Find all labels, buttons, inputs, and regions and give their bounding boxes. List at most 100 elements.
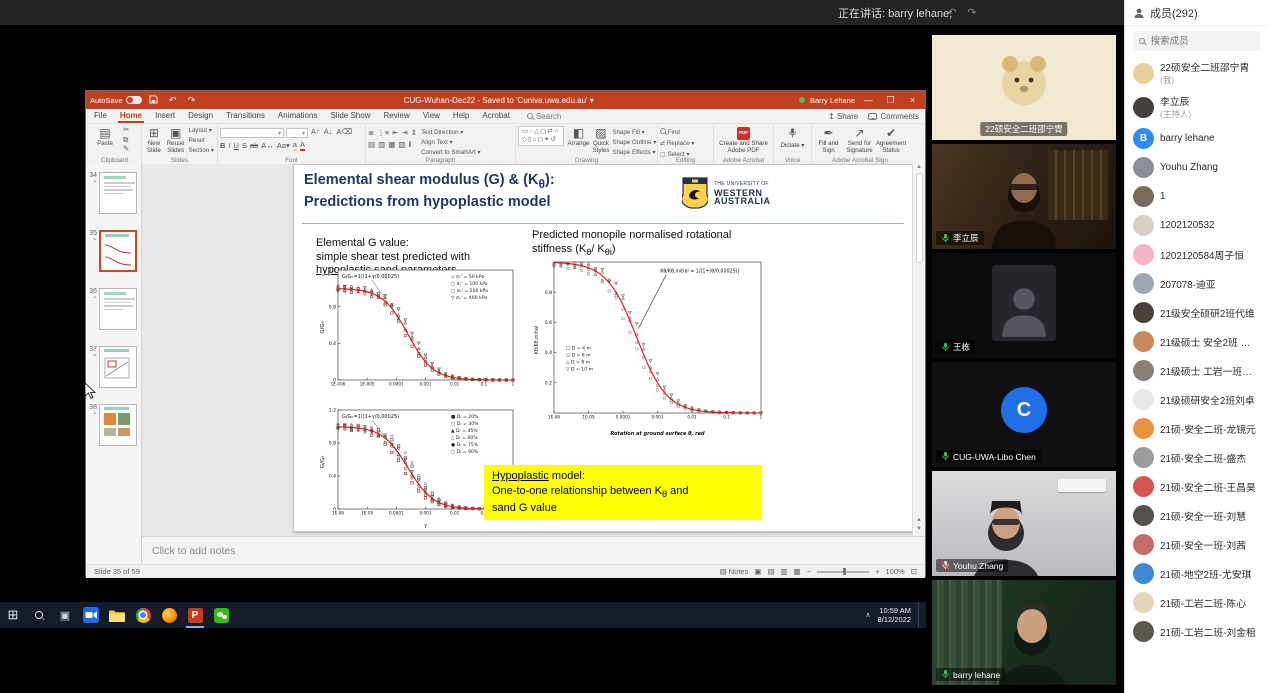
create-pdf-button[interactable]: PDF Create and Share Adobe PDF xyxy=(717,126,771,154)
reading-view-button[interactable]: ▥ xyxy=(781,567,788,576)
chrome-icon[interactable] xyxy=(130,602,156,628)
font-size-select[interactable]: ▾ xyxy=(286,128,308,138)
share-button[interactable]: ↥ Share xyxy=(828,112,858,121)
shrink-font-icon[interactable]: A↓ xyxy=(323,128,334,138)
member-row[interactable]: Bbarry lehane xyxy=(1125,124,1268,153)
ribbon-tab-review[interactable]: Review xyxy=(381,110,411,123)
ribbon-tab-acrobat[interactable]: Acrobat xyxy=(480,110,512,123)
slide-scrollbar[interactable]: ▲ ▲ ▼ xyxy=(912,164,925,536)
tray-expand-icon[interactable]: ∧ xyxy=(866,611,871,619)
ribbon-tab-file[interactable]: File xyxy=(92,110,109,123)
bullets-button[interactable]: ≣ xyxy=(368,128,374,137)
zoom-in-button[interactable]: + xyxy=(875,567,879,576)
dictate-button[interactable]: Dictate ▾ xyxy=(776,126,809,150)
line-spacing-button[interactable]: ⇕ xyxy=(411,128,417,137)
ribbon-tab-animations[interactable]: Animations xyxy=(276,110,320,123)
video-tile-6[interactable]: barry lehane xyxy=(932,580,1116,685)
slideshow-button[interactable]: ▦ xyxy=(794,567,801,576)
increase-indent-button[interactable]: ⇥ xyxy=(401,128,407,137)
agreement-status-button[interactable]: ✔ Agreement Status xyxy=(876,126,906,154)
shape-fill-button[interactable]: Shape Fill ▾ xyxy=(612,128,656,137)
taskbar-clock[interactable]: 10:59 AM 8/12/2022 xyxy=(878,606,911,624)
member-row[interactable]: 21级硕研安全2班刘卓 xyxy=(1125,385,1268,414)
autosave-toggle[interactable]: AutoSave xyxy=(90,96,142,105)
shapes-gallery[interactable]: ▭○△▢⇄☆◇▯⌂◻✦↺ xyxy=(518,126,564,146)
slide-thumbnail-38[interactable]: 38✶ xyxy=(86,404,141,446)
text-direction-button[interactable]: Text Direction ▾ xyxy=(421,128,481,137)
reuse-slides-button[interactable]: ▣ Reuse Slides xyxy=(166,126,186,154)
member-row[interactable]: 21级硕士 安全2班 姚瑞 xyxy=(1125,327,1268,356)
justify-button[interactable]: ▧ xyxy=(398,140,405,149)
format-painter-button[interactable]: ✎ xyxy=(122,145,130,154)
ribbon-tab-view[interactable]: View xyxy=(421,110,442,123)
member-row[interactable]: 207078-迪亚 xyxy=(1125,269,1268,298)
video-tile-4[interactable]: CCUG-UWA-Libo Chen xyxy=(932,362,1116,467)
reset-button[interactable]: Reset xyxy=(188,136,215,145)
video-tile-5[interactable]: Youhu Zhang xyxy=(932,471,1116,576)
find-button[interactable]: Find xyxy=(660,128,680,137)
ribbon-tab-design[interactable]: Design xyxy=(186,110,215,123)
font-name-select[interactable]: ▾ xyxy=(220,128,284,138)
slide-thumbnail-35[interactable]: 35✶ xyxy=(86,230,141,272)
close-button[interactable]: × xyxy=(904,95,921,105)
firefox-icon[interactable] xyxy=(156,602,182,628)
save-icon[interactable] xyxy=(147,95,161,106)
slide-sorter-view-button[interactable]: ▤ xyxy=(767,567,774,576)
send-for-signature-button[interactable]: ↗ Send for Signature xyxy=(845,126,874,154)
numbering-button[interactable]: ⋮≡ xyxy=(377,128,389,137)
member-search-input[interactable] xyxy=(1149,35,1254,48)
arrange-button[interactable]: ◧ Arrange xyxy=(567,126,589,148)
text-shadow-button[interactable]: S xyxy=(242,141,247,150)
scrollbar-thumb[interactable] xyxy=(916,173,923,263)
minimize-button[interactable]: — xyxy=(860,95,877,105)
file-explorer-icon[interactable] xyxy=(104,602,130,628)
video-tile-1[interactable]: 22硕安全二班邵宁胄 xyxy=(932,35,1116,140)
normal-view-button[interactable]: ▣ xyxy=(754,567,761,576)
member-row[interactable]: 1 xyxy=(1125,182,1268,211)
slide-thumbnail-34[interactable]: 34✶ xyxy=(86,172,141,214)
wechat-icon[interactable] xyxy=(208,602,234,628)
character-spacing-button[interactable]: A↔ xyxy=(261,141,274,150)
task-view-icon[interactable]: ▣ xyxy=(52,602,78,628)
shape-outline-button[interactable]: Shape Outline ▾ xyxy=(612,138,656,147)
ribbon-tab-transitions[interactable]: Transitions xyxy=(224,110,267,123)
member-row[interactable]: 21硕-工岩二班-刘金租 xyxy=(1125,617,1268,646)
replace-button[interactable]: ⇄ Replace ▾ xyxy=(660,139,694,148)
slide-35[interactable]: Elemental shear modulus (G) & (Kθ): Pred… xyxy=(293,164,913,532)
align-right-button[interactable]: ▦ xyxy=(388,140,395,149)
previous-slide-button[interactable]: ▲ xyxy=(916,517,922,523)
copy-button[interactable]: ⧉ xyxy=(122,136,130,145)
search-icon[interactable] xyxy=(26,602,52,628)
new-slide-button[interactable]: ⊞ New Slide xyxy=(144,126,164,154)
cut-button[interactable]: ✂ xyxy=(122,126,130,135)
change-case-button[interactable]: Aa▾ xyxy=(277,141,290,150)
scroll-up-icon[interactable]: ▲ xyxy=(916,164,922,170)
notes-toggle-button[interactable]: ▤ Notes xyxy=(720,567,749,576)
video-tile-3[interactable]: 王栋 xyxy=(932,253,1116,358)
fit-slide-button[interactable]: ⊡ xyxy=(911,567,917,576)
grow-font-icon[interactable]: A↑ xyxy=(310,128,321,138)
member-row[interactable]: 李立辰(主持人) xyxy=(1125,90,1268,124)
zoom-level[interactable]: 100% xyxy=(886,567,905,576)
member-row[interactable]: Youhu Zhang xyxy=(1125,153,1268,182)
section-button[interactable]: Section ▾ xyxy=(188,146,215,155)
strikethrough-button[interactable]: ab xyxy=(250,141,258,150)
member-row[interactable]: 21硕-安全一班-刘慧 xyxy=(1125,501,1268,530)
next-slide-button[interactable]: ▼ xyxy=(916,526,922,532)
highlight-color-button[interactable]: a xyxy=(293,140,297,151)
member-row[interactable]: 22硕安全二班邵宁胄(我) xyxy=(1125,56,1268,90)
undo-icon[interactable]: ↶ xyxy=(166,95,180,106)
annotation-redo-icon[interactable]: ↷ xyxy=(964,4,980,20)
clear-formatting-icon[interactable]: A⌫ xyxy=(336,128,354,138)
shape-effects-button[interactable]: Shape Effects ▾ xyxy=(612,148,656,157)
align-center-button[interactable]: ▥ xyxy=(378,140,385,149)
search-box[interactable]: Search xyxy=(527,112,561,121)
member-row[interactable]: 21级安全硕研2班代维 xyxy=(1125,298,1268,327)
ribbon-tab-help[interactable]: Help xyxy=(451,110,471,123)
voov-meeting-icon[interactable] xyxy=(78,602,104,628)
columns-button[interactable]: ‖ xyxy=(408,140,411,149)
notes-pane[interactable]: Click to add notes xyxy=(142,536,925,564)
member-row[interactable]: 21级硕士 工岩一班张依杰 xyxy=(1125,356,1268,385)
zoom-slider[interactable] xyxy=(817,571,869,573)
member-search[interactable] xyxy=(1133,31,1260,51)
